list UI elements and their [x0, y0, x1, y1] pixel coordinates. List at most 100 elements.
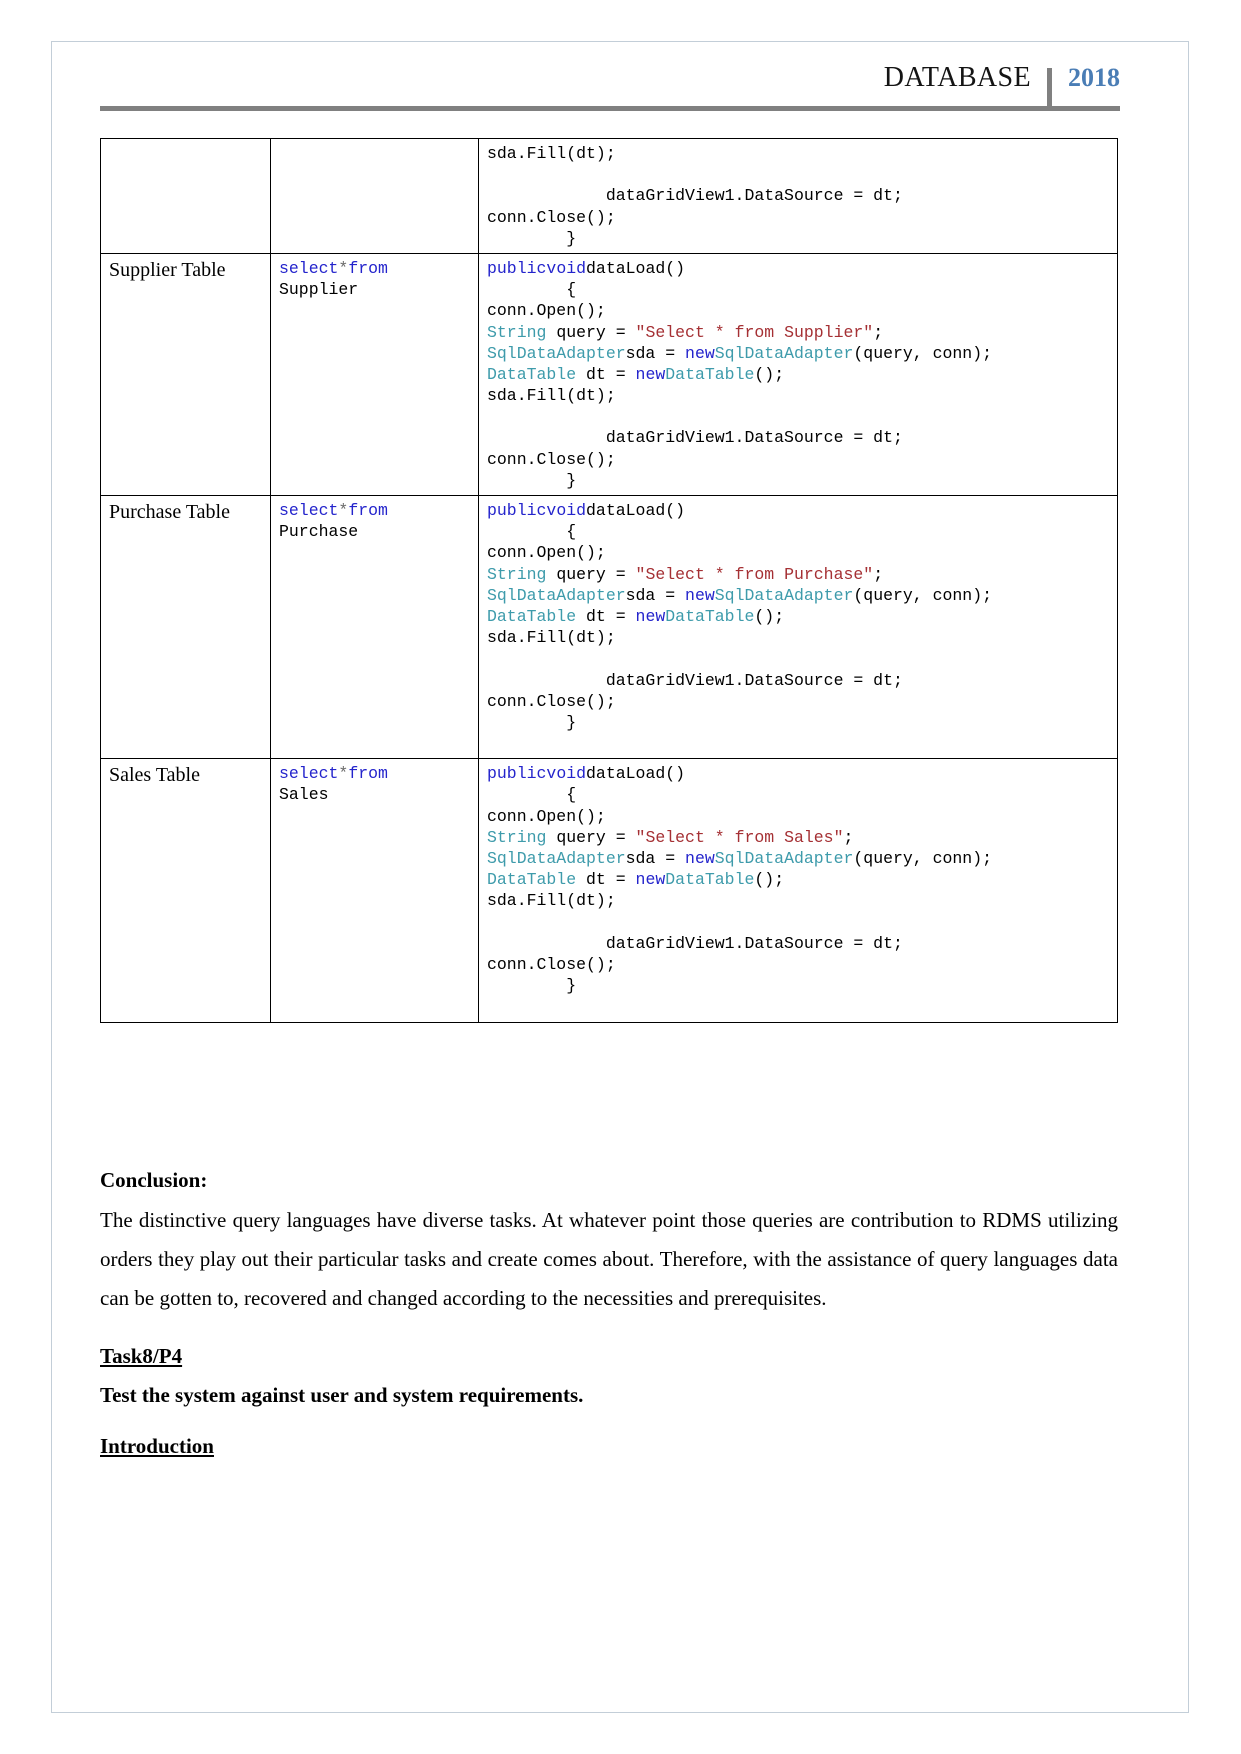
code-token: void	[546, 258, 587, 278]
code-token: dataGridView1.DataSource = dt;	[487, 933, 903, 953]
code-token: conn.Open();	[487, 806, 606, 826]
table-name-label: Sales Table	[109, 764, 200, 787]
code-token: sda.Fill(dt);	[487, 144, 616, 163]
code-token: void	[546, 501, 587, 520]
code-token: DataTable	[487, 364, 577, 384]
code-token: ();	[754, 870, 785, 890]
code-token: DataTable	[665, 606, 755, 626]
code-token: public	[487, 501, 547, 520]
code-line: publicvoiddataLoad()	[487, 258, 1111, 279]
code-token: String	[487, 827, 547, 847]
code-line: }	[487, 975, 1111, 996]
header-year: 2018	[1068, 63, 1120, 92]
code-token: new	[685, 585, 715, 605]
table-cell-label	[100, 138, 271, 254]
code-line: DataTable dt = newDataTable();	[487, 869, 1111, 890]
code-token: select	[279, 258, 339, 278]
table-cell-label: Supplier Table	[100, 252, 271, 497]
code-token: from	[348, 258, 388, 278]
code-line: String query = "Select * from Purchase";	[487, 564, 1111, 585]
code-token: }	[487, 470, 577, 490]
code-line: String query = "Select * from Supplier";	[487, 322, 1111, 343]
code-token: sda =	[625, 849, 686, 868]
code-token: dataLoad()	[586, 258, 686, 278]
code-token: sda.Fill(dt);	[487, 386, 616, 406]
code-token: }	[487, 976, 577, 996]
code-line: select*from	[279, 763, 472, 784]
code-line: select*from	[279, 258, 472, 279]
code-token: }	[487, 712, 577, 732]
code-line: publicvoiddataLoad()	[487, 500, 1111, 521]
table-cell-code: publicvoiddataLoad() {conn.Open(); String…	[478, 494, 1118, 760]
table-cell-code: publicvoiddataLoad() {conn.Open(); String…	[478, 252, 1118, 497]
code-line: conn.Close();	[487, 691, 1111, 712]
code-line: }	[487, 470, 1111, 491]
code-line: publicvoiddataLoad()	[487, 763, 1111, 784]
document-body: Conclusion: The distinctive query langua…	[100, 1168, 1118, 1459]
table-cell-sql: select*from Purchase	[270, 494, 479, 760]
code-token: query =	[546, 827, 636, 847]
code-line: SqlDataAdaptersda = newSqlDataAdapter(qu…	[487, 848, 1111, 869]
code-token: "Select * from Sales"	[635, 827, 844, 847]
task-subtitle: Test the system against user and system …	[100, 1382, 584, 1407]
code-line: }	[487, 712, 1111, 733]
code-line: conn.Close();	[487, 954, 1111, 975]
query-code-table: sda.Fill(dt); dataGridView1.DataSource =…	[100, 138, 1118, 1023]
code-token: conn.Close();	[487, 954, 616, 974]
code-token: new	[635, 606, 666, 626]
code-token: query =	[546, 322, 636, 342]
code-line: conn.Open();	[487, 542, 1111, 563]
task-heading: Task8/P4	[100, 1343, 183, 1368]
code-token: conn.Close();	[487, 691, 616, 711]
code-token: {	[487, 785, 577, 805]
code-line: SqlDataAdaptersda = newSqlDataAdapter(qu…	[487, 343, 1111, 364]
table-cell-sql	[270, 138, 479, 254]
code-line: Sales	[279, 784, 472, 805]
code-line: sda.Fill(dt);	[487, 385, 1111, 406]
code-token: ;	[873, 564, 884, 584]
code-token: Sales	[279, 785, 329, 805]
code-token: DataTable	[487, 870, 577, 890]
code-line: conn.Open();	[487, 806, 1111, 827]
code-line: SqlDataAdaptersda = newSqlDataAdapter(qu…	[487, 585, 1111, 606]
table-row: Supplier Table select*from Supplier publicv…	[100, 252, 1118, 497]
header-title: DATABASE	[883, 62, 1031, 93]
code-token: *	[338, 258, 349, 278]
code-token: sda =	[625, 343, 686, 363]
table-row: Sales Table select*from Sales publicvoiddat…	[100, 758, 1118, 1023]
conclusion-paragraph: The distinctive query languages have div…	[100, 1208, 1118, 1310]
code-token: conn.Open();	[487, 301, 606, 321]
table-cell-label: Purchase Table	[100, 494, 271, 760]
code-token: public	[487, 258, 547, 278]
code-token: DataTable	[665, 364, 755, 384]
code-line: conn.Close();	[487, 207, 1111, 228]
code-token: SqlDataAdapter	[714, 585, 854, 605]
code-line: {	[487, 279, 1111, 300]
code-token: query =	[546, 564, 636, 584]
code-line: Supplier	[279, 279, 472, 300]
code-token: dataGridView1.DataSource = dt;	[487, 186, 903, 206]
code-line: conn.Open();	[487, 300, 1111, 321]
code-token: Supplier	[279, 280, 359, 300]
code-line: String query = "Select * from Sales";	[487, 827, 1111, 848]
table-name-label: Purchase Table	[109, 501, 230, 523]
code-line: sda.Fill(dt);	[487, 627, 1111, 648]
code-token: from	[348, 501, 388, 520]
code-token: conn.Close();	[487, 207, 616, 227]
code-token: sda.Fill(dt);	[487, 628, 616, 648]
code-token: SqlDataAdapter	[714, 343, 854, 363]
code-token: from	[348, 764, 388, 784]
code-token: ;	[873, 322, 884, 342]
conclusion-heading: Conclusion:	[100, 1168, 208, 1192]
header-divider	[1047, 68, 1052, 106]
code-token: String	[487, 322, 547, 342]
code-token: dataGridView1.DataSource = dt;	[487, 428, 903, 448]
code-line: DataTable dt = newDataTable();	[487, 364, 1111, 385]
code-token: dataLoad()	[586, 501, 686, 520]
code-line: }	[487, 228, 1111, 249]
code-token: (query, conn);	[853, 343, 993, 363]
table-cell-label: Sales Table	[100, 758, 271, 1023]
